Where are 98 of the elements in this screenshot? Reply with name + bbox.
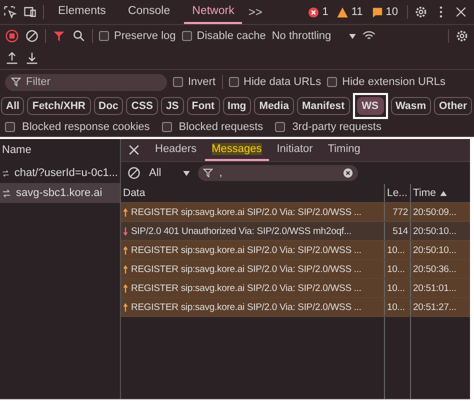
type-chip[interactable]: Fetch/XHR <box>27 97 91 115</box>
message-length: 10... <box>385 298 411 316</box>
request-row[interactable]: savg-sbc1.kore.ai <box>0 183 120 203</box>
message-time: 20:50:09... <box>412 206 458 220</box>
checkbox-label: 3rd-party requests <box>292 121 382 133</box>
message-length: 772 <box>385 203 411 221</box>
message-data: REGISTER sip:savg.kore.ai SIP/2.0 Via: SIP/2.0/WSS ... <box>131 282 362 294</box>
type-chip[interactable]: Img <box>222 97 252 115</box>
type-chip[interactable]: Font <box>186 97 220 115</box>
checkbox-label: Preserve log <box>114 30 176 42</box>
warning-icon <box>337 6 348 18</box>
panel-tab[interactable]: Elements <box>50 0 114 24</box>
message-length: 10... <box>385 241 411 259</box>
type-chip[interactable]: CSS <box>126 97 158 115</box>
record-icon[interactable] <box>5 29 19 43</box>
filter-icon[interactable] <box>52 29 66 43</box>
inspect-icon[interactable] <box>3 5 17 19</box>
message-length: 10... <box>385 260 411 278</box>
checkbox-label: Hide data URLs <box>244 76 322 88</box>
message-row[interactable]: REGISTER sip:savg.kore.ai SIP/2.0 Via: SIP/2.0/WSS ... 10... 20:51:01... <box>121 279 470 298</box>
checkbox[interactable] <box>99 31 109 41</box>
device-icon[interactable] <box>23 5 37 19</box>
checkbox[interactable] <box>182 31 192 41</box>
filter-icon <box>203 168 214 178</box>
panel-tab[interactable]: Console <box>120 0 178 24</box>
clear-input-icon[interactable] <box>343 168 354 178</box>
warning-count[interactable]: 11 <box>351 6 363 18</box>
clear-icon[interactable] <box>25 29 39 43</box>
detail-tab[interactable]: Timing <box>320 139 368 161</box>
message-filter-field[interactable]: , <box>198 165 358 181</box>
close-icon[interactable] <box>454 5 468 19</box>
request-name: savg-sbc1.kore.ai <box>16 187 102 199</box>
close-icon[interactable] <box>127 143 141 157</box>
message-data: REGISTER sip:savg.kore.ai SIP/2.0 Via: SIP/2.0/WSS ... <box>131 244 362 256</box>
type-chip[interactable]: Media <box>254 97 294 115</box>
column-header[interactable]: Time <box>411 184 470 202</box>
message-data: SIP/2.0 401 Unauthorized Via: SIP/2.0/WSS mh2oqf... <box>131 226 352 236</box>
type-chip[interactable]: Other <box>434 97 472 115</box>
message-data: REGISTER sip:savg.kore.ai SIP/2.0 Via: SIP/2.0/WSS ... <box>131 302 362 312</box>
message-row[interactable]: REGISTER sip:savg.kore.ai SIP/2.0 Via: SIP/2.0/WSS ... 772 20:50:09... <box>121 203 470 222</box>
error-count[interactable]: 1 <box>322 6 328 18</box>
filter-icon <box>11 77 21 87</box>
message-row[interactable]: REGISTER sip:savg.kore.ai SIP/2.0 Via: SIP/2.0/WSS ... 10... 20:50:10... <box>121 241 470 260</box>
detail-tab[interactable]: Initiator <box>270 139 320 161</box>
request-row[interactable]: chat/?userId=u-0c1... <box>0 163 120 183</box>
message-row[interactable]: REGISTER sip:savg.kore.ai SIP/2.0 Via: SIP/2.0/WSS ... 10... 20:51:27... <box>121 298 470 317</box>
type-chip[interactable]: JS <box>160 97 184 115</box>
type-chip[interactable]: Doc <box>94 97 124 115</box>
upload-icon[interactable] <box>5 51 19 65</box>
detail-tab[interactable]: Messages <box>204 139 269 161</box>
filter-field[interactable]: Filter <box>5 74 167 90</box>
caret-icon <box>183 170 190 176</box>
checkbox[interactable] <box>327 77 338 87</box>
search-icon[interactable] <box>72 29 86 43</box>
type-chip[interactable]: All <box>1 97 24 115</box>
checkbox-label: Hide extension URLs <box>342 76 446 88</box>
websocket-icon <box>2 168 10 178</box>
checkbox[interactable] <box>228 77 239 87</box>
panel-tab[interactable]: Network <box>184 0 242 24</box>
checkbox[interactable] <box>275 122 286 132</box>
detail-tab[interactable]: Headers <box>148 139 204 161</box>
checkbox[interactable] <box>162 122 172 132</box>
message-time: 20:50:36... <box>412 262 458 276</box>
message-time: 20:51:01... <box>412 282 458 296</box>
message-type-dropdown[interactable]: All <box>149 167 190 179</box>
checkbox-label: Invert <box>188 76 216 88</box>
issue-count[interactable]: 10 <box>386 6 398 18</box>
message-time: 20:50:10... <box>412 224 458 238</box>
request-name: chat/?userId=u-0c1... <box>14 167 118 179</box>
issue-icon <box>372 6 383 18</box>
checkbox-label: Disable cache <box>196 30 266 42</box>
checkbox[interactable] <box>5 122 15 132</box>
settings-icon[interactable] <box>455 29 469 43</box>
message-time: 20:50:10... <box>412 244 458 258</box>
column-header[interactable]: Data <box>121 184 385 202</box>
throttling-dropdown[interactable]: No throttling <box>272 30 356 42</box>
sort-icon <box>440 190 447 196</box>
type-chip[interactable]: Wasm <box>390 97 432 115</box>
checkbox-label: Blocked requests <box>178 121 264 133</box>
column-header[interactable]: Le... <box>385 184 411 202</box>
settings-icon[interactable] <box>414 5 428 19</box>
more-tabs-button[interactable]: >> <box>248 5 262 19</box>
websocket-icon <box>2 188 11 198</box>
message-length: 10... <box>385 279 411 297</box>
checkbox-label: Blocked response cookies <box>22 121 150 133</box>
checkbox[interactable] <box>173 77 183 87</box>
message-data: REGISTER sip:savg.kore.ai SIP/2.0 Via: SIP/2.0/WSS ... <box>131 264 362 274</box>
error-icon <box>308 6 320 18</box>
download-icon[interactable] <box>25 51 39 65</box>
caret-icon <box>349 34 356 38</box>
type-chip[interactable]: Manifest <box>296 97 350 115</box>
message-time: 20:51:27... <box>412 300 458 314</box>
clear-icon[interactable] <box>127 166 141 180</box>
message-length: 514 <box>385 222 411 240</box>
message-data: REGISTER sip:savg.kore.ai SIP/2.0 Via: SIP/2.0/WSS ... <box>131 206 362 218</box>
message-row[interactable]: REGISTER sip:savg.kore.ai SIP/2.0 Via: SIP/2.0/WSS ... 10... 20:50:36... <box>121 260 470 279</box>
type-chip[interactable]: WS <box>356 97 384 115</box>
column-header: Name <box>1 143 32 158</box>
